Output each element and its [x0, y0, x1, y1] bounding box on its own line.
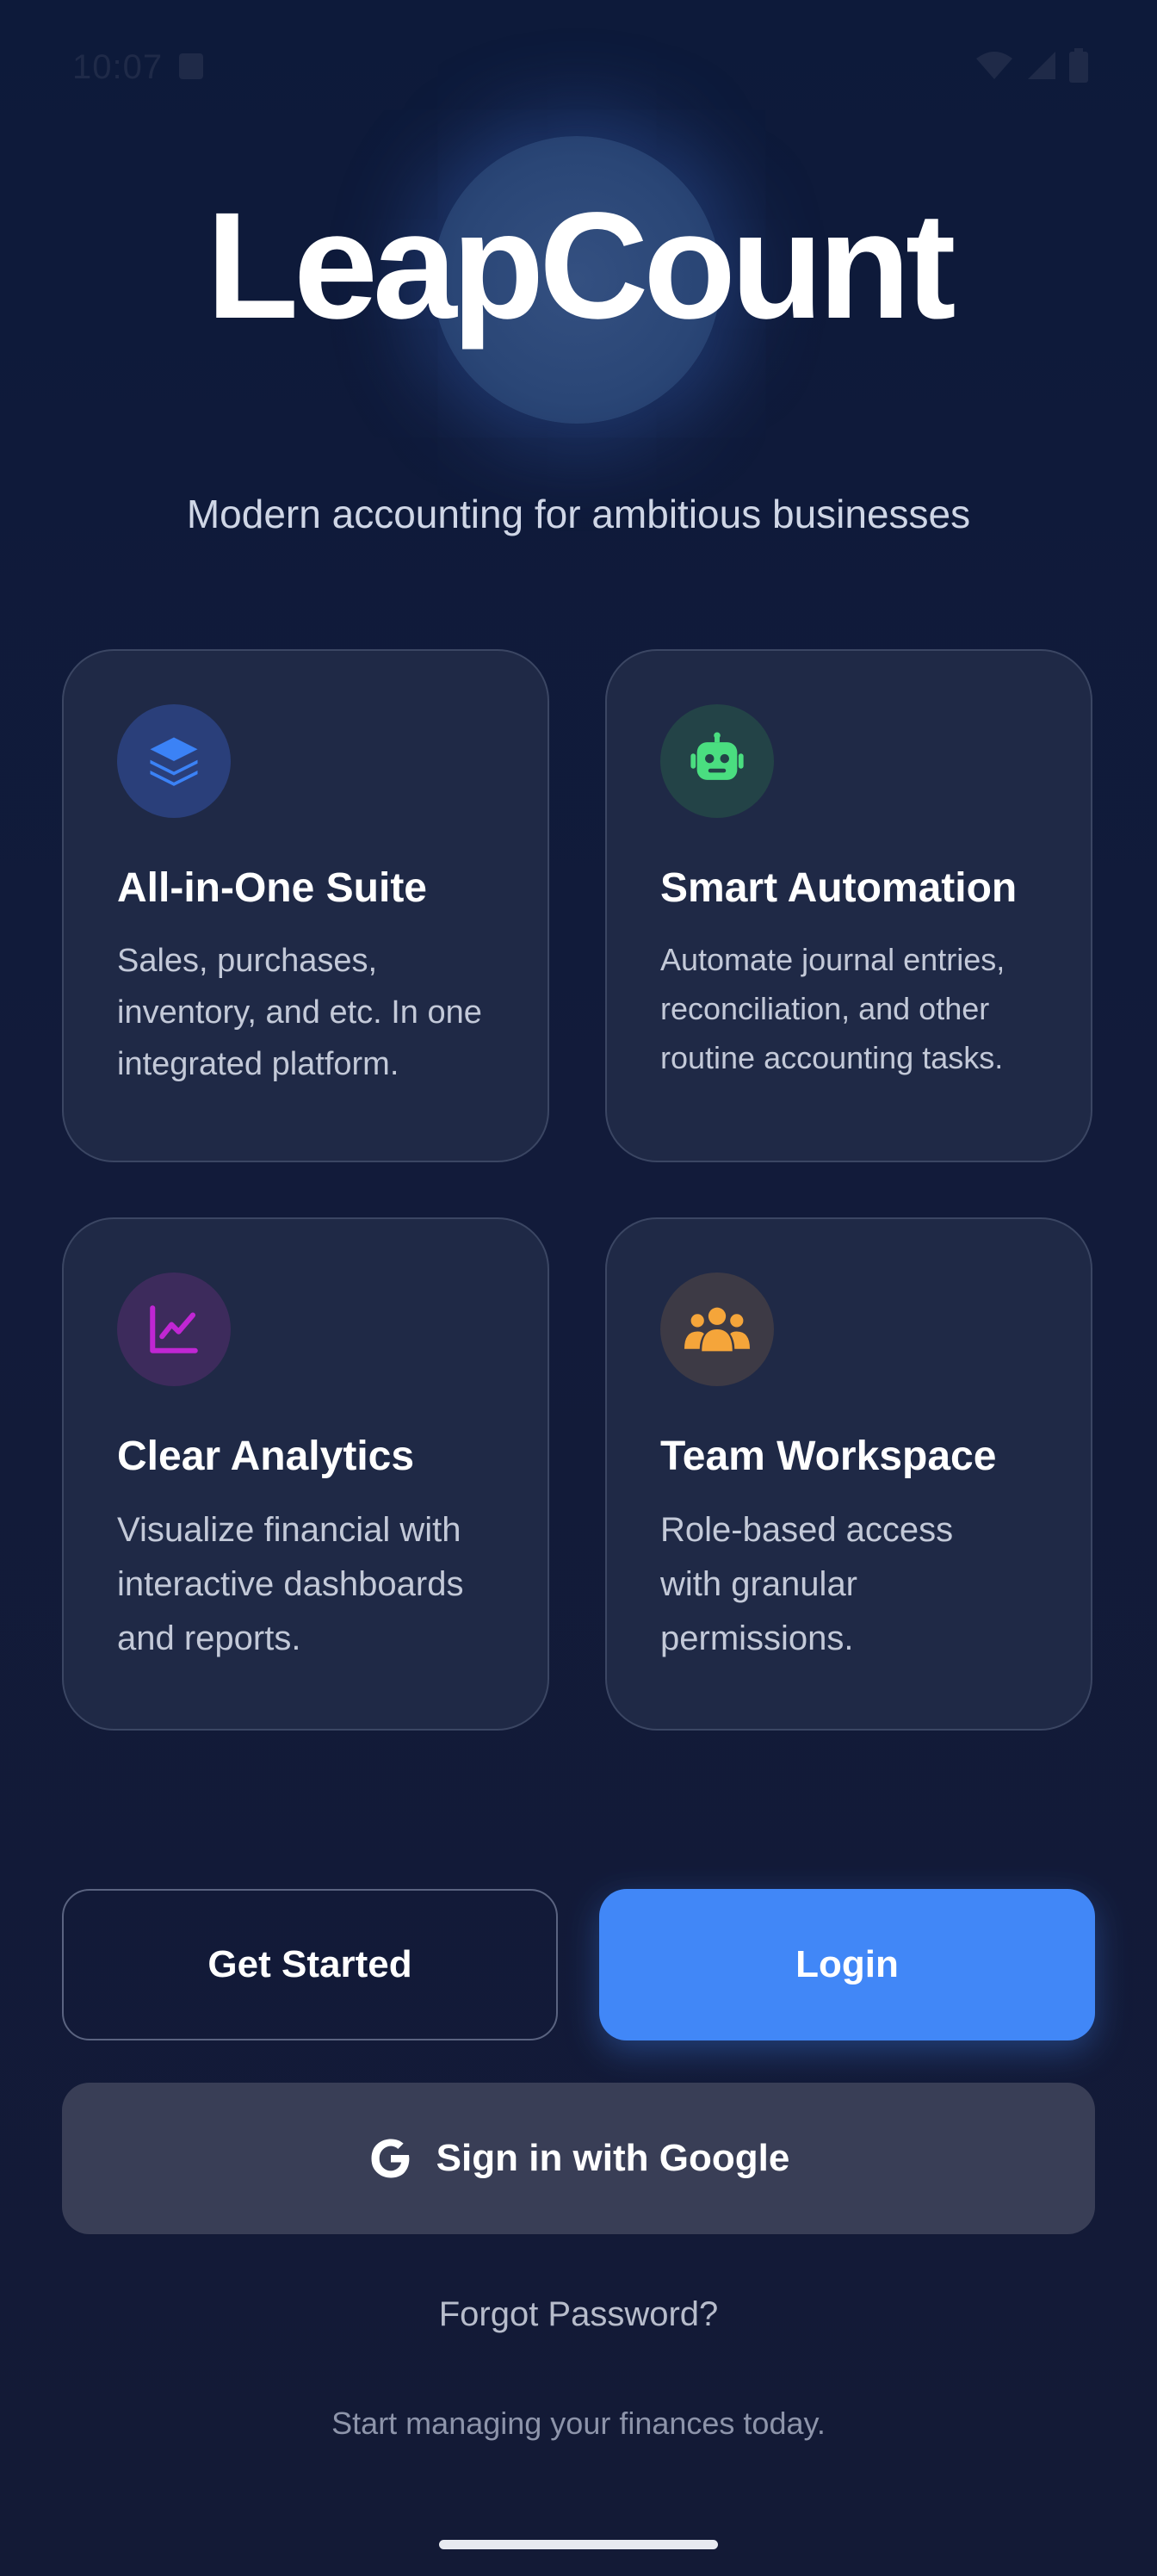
get-started-button[interactable]: Get Started	[62, 1889, 558, 2040]
battery-icon	[1069, 48, 1088, 83]
feature-description: Automate journal entries, reconciliation…	[660, 942, 1005, 1075]
feature-card-analytics: Clear Analytics Visualize financial with…	[62, 1217, 549, 1731]
layers-icon	[117, 704, 231, 818]
feature-title: Smart Automation	[660, 865, 1018, 911]
status-time: 10:07	[72, 48, 164, 86]
feature-description: Sales, purchases, inventory, and etc. In…	[117, 943, 482, 1082]
chart-line-icon	[117, 1273, 231, 1386]
feature-title: Clear Analytics	[117, 1434, 415, 1479]
notification-icon	[179, 53, 203, 79]
signal-icon	[1028, 52, 1055, 79]
wifi-icon	[976, 52, 1012, 79]
feature-card-team: Team Workspace Role-based access with gr…	[605, 1217, 1092, 1731]
tagline: Modern accounting for ambitious business…	[186, 492, 971, 536]
footer-text: Start managing your finances today.	[331, 2406, 826, 2441]
forgot-password-link[interactable]: Forgot Password?	[0, 2295, 1157, 2334]
team-icon	[660, 1273, 774, 1386]
feature-card-suite: All-in-One Suite Sales, purchases, inven…	[62, 649, 549, 1162]
feature-title: All-in-One Suite	[117, 865, 427, 911]
feature-description: Visualize financial with interactive das…	[117, 1511, 464, 1657]
status-icons	[974, 48, 1088, 83]
google-button-label: Sign in with Google	[436, 2137, 790, 2179]
feature-card-automation: Smart Automation Automate journal entrie…	[605, 649, 1092, 1162]
google-icon	[371, 2139, 410, 2178]
google-signin-button[interactable]: Sign in with Google	[62, 2083, 1095, 2234]
feature-title: Team Workspace	[660, 1434, 997, 1479]
login-button[interactable]: Login	[599, 1889, 1095, 2040]
status-bar: 10:07	[0, 0, 1157, 138]
feature-description: Role-based access with granular permissi…	[660, 1511, 954, 1657]
app-logo: LeapCount	[206, 182, 956, 350]
robot-icon	[660, 704, 774, 818]
home-indicator[interactable]	[439, 2540, 718, 2549]
